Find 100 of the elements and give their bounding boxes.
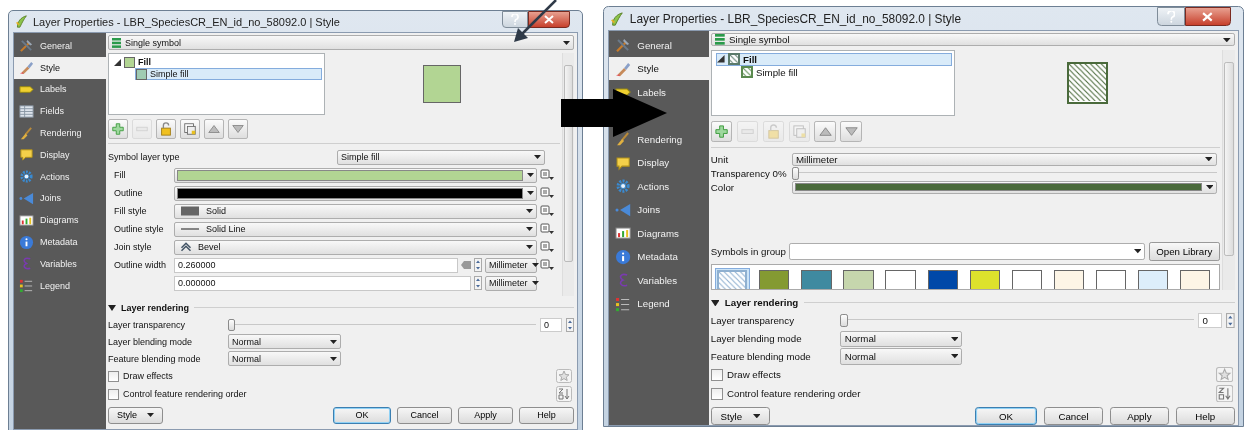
lock-layer-button[interactable] (156, 119, 176, 139)
data-defined-button[interactable] (540, 169, 554, 181)
collapse-triangle-icon[interactable] (710, 299, 720, 306)
spin-arrows-icon[interactable] (566, 317, 574, 332)
sidebar-item[interactable]: Style (14, 56, 106, 79)
dialog-button[interactable]: Cancel (1043, 406, 1104, 426)
add-layer-button[interactable] (108, 119, 128, 139)
renderer-dropdown[interactable]: Single symbol (710, 33, 1235, 47)
close-button[interactable] (1185, 7, 1231, 26)
sidebar-item[interactable]: Labels (14, 78, 106, 101)
move-down-button[interactable] (840, 120, 862, 143)
dropdown[interactable]: Millimeter (791, 152, 1217, 166)
join-arrow-icon (19, 190, 34, 206)
checkbox[interactable] (108, 388, 119, 400)
collapse-triangle-icon[interactable] (108, 304, 116, 311)
move-down-button[interactable] (228, 119, 248, 139)
unit-dropdown[interactable]: Millimeter (485, 257, 537, 273)
dialog-button[interactable]: Style (108, 406, 163, 424)
unit-dropdown[interactable]: Millimeter (485, 275, 537, 291)
sidebar-item[interactable]: Diagrams (609, 221, 709, 246)
data-defined-button[interactable] (540, 223, 554, 235)
sidebar-item[interactable]: Diagrams (14, 209, 106, 232)
data-defined-button[interactable] (540, 187, 554, 199)
clear-icon[interactable] (461, 261, 471, 269)
field-label: Outline width (114, 260, 168, 270)
renderer-dropdown[interactable]: Single symbol (108, 35, 574, 50)
data-defined-button[interactable] (540, 259, 554, 271)
star-icon[interactable] (1215, 367, 1233, 383)
blending-dropdown[interactable]: Normal (228, 334, 341, 349)
blending-dropdown[interactable]: Normal (840, 348, 963, 365)
dropdown[interactable]: Bevel (174, 239, 537, 255)
dialog-button[interactable]: Help (1175, 406, 1235, 426)
data-defined-button[interactable] (540, 205, 554, 217)
sidebar-item[interactable]: Metadata (609, 245, 709, 269)
tree-item[interactable]: Fill (113, 56, 322, 68)
sidebar-item[interactable]: Display (14, 144, 106, 166)
sidebar-item[interactable]: Style (609, 56, 709, 81)
sidebar-item[interactable]: General (14, 35, 106, 57)
color-button[interactable] (791, 180, 1217, 194)
number-field[interactable]: 0.260000 (174, 257, 458, 273)
data-defined-button[interactable] (540, 241, 554, 253)
scrollbar[interactable] (1222, 49, 1235, 291)
sidebar-item[interactable]: Rendering (14, 122, 106, 144)
dialog-button[interactable]: OK (333, 406, 391, 424)
dropdown[interactable]: Solid (174, 203, 537, 219)
sidebar-item[interactable]: Fields (14, 100, 106, 123)
sidebar-item[interactable]: Actions (14, 165, 106, 188)
color-button[interactable] (174, 185, 537, 201)
move-up-button[interactable] (204, 119, 224, 139)
dialog-button[interactable]: Style (710, 406, 771, 426)
dialog-button[interactable]: OK (974, 406, 1038, 426)
symbol-layer-type-dropdown[interactable]: Simple fill (337, 149, 545, 165)
blending-dropdown[interactable]: Normal (228, 351, 341, 366)
number-field[interactable]: 0 (540, 317, 562, 332)
expand-triangle-icon[interactable] (717, 55, 725, 63)
duplicate-layer-button[interactable] (180, 119, 200, 139)
checkbox[interactable] (710, 368, 723, 381)
group-dropdown[interactable] (789, 243, 1146, 260)
sort-icon[interactable] (556, 386, 572, 402)
sidebar-item[interactable]: Joins (14, 187, 106, 210)
color-button[interactable] (174, 167, 537, 183)
spin-arrows-icon[interactable] (1226, 313, 1235, 329)
sidebar-item[interactable]: Joins (609, 198, 709, 222)
dialog-button[interactable]: Help (519, 406, 574, 424)
close-button[interactable] (528, 11, 570, 28)
slider[interactable] (791, 166, 1217, 180)
tree-item[interactable]: Simple fill (739, 65, 952, 79)
checkbox[interactable] (108, 370, 119, 382)
tree-item[interactable]: Fill (716, 52, 952, 66)
sidebar-item[interactable]: General (609, 33, 709, 57)
sidebar-item[interactable]: Metadata (14, 231, 106, 253)
number-field[interactable]: 0.000000 (174, 275, 471, 291)
dialog-button[interactable]: Apply (458, 406, 513, 424)
slider-thumb[interactable] (228, 318, 235, 331)
sidebar-item[interactable]: Display (609, 150, 709, 175)
dialog-button[interactable]: Cancel (397, 406, 452, 424)
expand-triangle-icon[interactable] (114, 58, 121, 66)
dropdown[interactable]: Solid Line (174, 221, 537, 237)
number-field[interactable]: 0 (1198, 313, 1222, 329)
slider-thumb[interactable] (791, 166, 800, 180)
sidebar-item[interactable]: Legend (609, 292, 709, 316)
checkbox[interactable] (710, 387, 723, 400)
slider-thumb[interactable] (840, 314, 848, 328)
add-layer-button[interactable] (710, 120, 733, 143)
open-library-button[interactable]: Open Library (1148, 242, 1220, 261)
tree-item[interactable]: Simple fill (135, 68, 322, 80)
sidebar-item[interactable]: Variables (14, 252, 106, 275)
spin-arrows-icon[interactable] (474, 258, 482, 272)
dialog-button[interactable]: Apply (1109, 406, 1170, 426)
sort-icon[interactable] (1215, 385, 1233, 403)
sidebar-item[interactable]: Actions (609, 174, 709, 198)
star-icon[interactable] (556, 369, 572, 383)
blending-dropdown[interactable]: Normal (840, 330, 963, 347)
sidebar-item[interactable]: Legend (14, 274, 106, 297)
sidebar-item[interactable]: Rendering (609, 127, 709, 151)
move-up-button[interactable] (814, 120, 836, 143)
help-button[interactable] (1157, 7, 1186, 26)
fill-swatch-icon (178, 205, 202, 217)
spin-arrows-icon[interactable] (474, 276, 482, 290)
sidebar-item[interactable]: Variables (609, 268, 709, 293)
